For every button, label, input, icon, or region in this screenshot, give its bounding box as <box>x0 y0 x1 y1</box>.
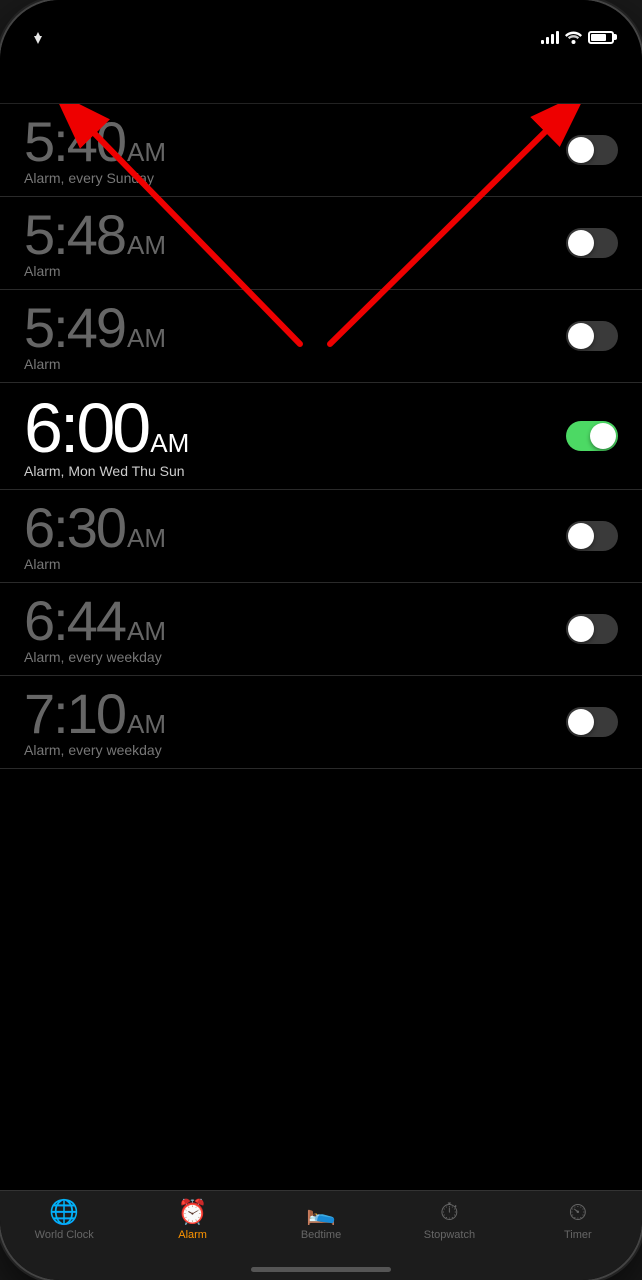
tab-bedtime[interactable]: 🛌 Bedtime <box>257 1201 385 1241</box>
alarm-toggle[interactable] <box>566 707 618 737</box>
toggle-knob <box>568 616 594 642</box>
tab-timer[interactable]: ⏲ Timer <box>514 1201 642 1241</box>
wifi-icon <box>565 31 582 44</box>
phone-screen: 5:40 AM Alarm, every Sunday 5:48 AM Alar… <box>0 0 642 1280</box>
alarm-time: 7:10 <box>24 686 125 742</box>
alarm-label: Alarm, every Sunday <box>24 170 566 186</box>
alarm-ampm: AM <box>150 428 189 459</box>
tab-alarm[interactable]: ⏰ Alarm <box>128 1201 256 1241</box>
toggle-knob <box>568 523 594 549</box>
notch <box>221 0 421 32</box>
toggle-knob <box>568 323 594 349</box>
stopwatch-icon: ⏱ <box>440 1201 459 1225</box>
alarm-ampm: AM <box>127 323 166 354</box>
status-icons <box>541 30 614 44</box>
alarm-ampm: AM <box>127 523 166 554</box>
timer-label: Timer <box>564 1229 592 1241</box>
alarm-item[interactable]: 6:00 AM Alarm, Mon Wed Thu Sun <box>0 383 642 490</box>
toggle-knob <box>568 230 594 256</box>
alarm-toggle[interactable] <box>566 614 618 644</box>
alarm-ampm: AM <box>127 230 166 261</box>
alarms-list: 5:40 AM Alarm, every Sunday 5:48 AM Alar… <box>0 104 642 769</box>
alarm-toggle[interactable] <box>566 521 618 551</box>
alarm-label: Alarm, Mon Wed Thu Sun <box>24 463 566 479</box>
alarm-item[interactable]: 6:30 AM Alarm <box>0 490 642 583</box>
alarm-info: 6:00 AM Alarm, Mon Wed Thu Sun <box>24 393 566 479</box>
tab-world-clock[interactable]: 🌐 World Clock <box>0 1201 128 1241</box>
alarm-toggle[interactable] <box>566 421 618 451</box>
home-indicator[interactable] <box>251 1267 391 1272</box>
alarm-time: 6:44 <box>24 593 125 649</box>
alarm-label: Alarm, every weekday <box>24 742 566 758</box>
bedtime-label: Bedtime <box>301 1229 341 1241</box>
alarm-time: 5:49 <box>24 300 125 356</box>
timer-icon: ⏲ <box>568 1201 587 1225</box>
signal-icon <box>541 30 559 44</box>
location-icon <box>32 32 44 44</box>
phone-frame: 5:40 AM Alarm, every Sunday 5:48 AM Alar… <box>0 0 642 1280</box>
navigation-bar <box>0 50 642 104</box>
toggle-knob <box>568 709 594 735</box>
alarm-time: 5:40 <box>24 114 125 170</box>
stopwatch-label: Stopwatch <box>424 1229 475 1241</box>
alarm-item[interactable]: 5:49 AM Alarm <box>0 290 642 383</box>
alarm-label: Alarm, every weekday <box>24 649 566 665</box>
alarm-icon: ⏰ <box>178 1201 208 1225</box>
alarm-item[interactable]: 5:48 AM Alarm <box>0 197 642 290</box>
alarm-time: 5:48 <box>24 207 125 263</box>
alarm-toggle[interactable] <box>566 321 618 351</box>
alarm-time: 6:00 <box>24 393 148 463</box>
world-clock-label: World Clock <box>35 1229 94 1241</box>
alarm-info: 5:49 AM Alarm <box>24 300 566 372</box>
alarm-toggle[interactable] <box>566 135 618 165</box>
world-clock-icon: 🌐 <box>49 1201 79 1225</box>
toggle-knob <box>568 137 594 163</box>
bedtime-icon: 🛌 <box>306 1201 336 1225</box>
alarm-ampm: AM <box>127 709 166 740</box>
alarm-info: 5:48 AM Alarm <box>24 207 566 279</box>
alarm-time: 6:30 <box>24 500 125 556</box>
alarm-label: Alarm <box>178 1229 207 1241</box>
alarm-item[interactable]: 7:10 AM Alarm, every weekday <box>0 676 642 769</box>
alarm-item[interactable]: 5:40 AM Alarm, every Sunday <box>0 104 642 197</box>
alarm-ampm: AM <box>127 137 166 168</box>
alarm-info: 6:30 AM Alarm <box>24 500 566 572</box>
alarm-item[interactable]: 6:44 AM Alarm, every weekday <box>0 583 642 676</box>
toggle-knob <box>590 423 616 449</box>
alarm-info: 7:10 AM Alarm, every weekday <box>24 686 566 758</box>
alarm-info: 5:40 AM Alarm, every Sunday <box>24 114 566 186</box>
tab-stopwatch[interactable]: ⏱ Stopwatch <box>385 1201 513 1241</box>
alarm-ampm: AM <box>127 616 166 647</box>
alarm-toggle[interactable] <box>566 228 618 258</box>
battery-icon <box>588 31 614 44</box>
alarm-info: 6:44 AM Alarm, every weekday <box>24 593 566 665</box>
